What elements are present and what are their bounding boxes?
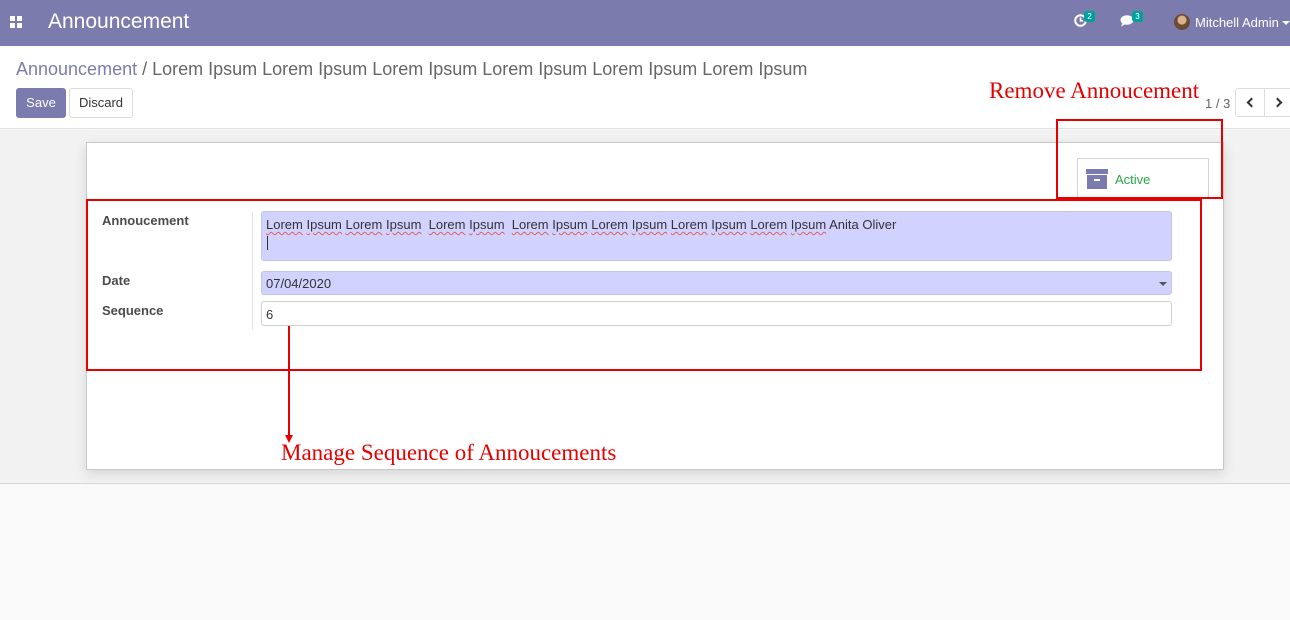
- breadcrumb-current: Lorem Ipsum Lorem Ipsum Lorem Ipsum Lore…: [152, 59, 808, 79]
- messages-chat-icon[interactable]: 3: [1120, 11, 1143, 30]
- breadcrumb-parent-link[interactable]: Announcement: [16, 59, 137, 79]
- breadcrumb-separator: /: [137, 59, 153, 79]
- pager-value[interactable]: 1 / 3: [1205, 96, 1230, 111]
- remove-annotation-text: Remove Annoucement: [989, 78, 1200, 103]
- annotation-arrow-line: [288, 326, 290, 436]
- activity-clock-icon[interactable]: 2: [1074, 11, 1095, 30]
- pager-previous-button[interactable]: [1235, 88, 1265, 117]
- user-menu-caret-icon[interactable]: [1282, 21, 1290, 25]
- fields-annotation-box: [86, 199, 1202, 371]
- messages-count-badge: 3: [1132, 11, 1143, 22]
- save-button[interactable]: Save: [16, 88, 66, 118]
- chevron-left-icon: [1246, 97, 1257, 108]
- pager-next-button[interactable]: [1264, 88, 1290, 117]
- chevron-right-icon: [1272, 97, 1283, 108]
- remove-annotation-box: [1056, 119, 1223, 199]
- apps-menu-icon[interactable]: [10, 16, 22, 28]
- user-menu-name[interactable]: Mitchell Admin: [1195, 15, 1279, 30]
- breadcrumb: Announcement / Lorem Ipsum Lorem Ipsum L…: [16, 59, 807, 80]
- sequence-annotation-text: Manage Sequence of Annoucements: [281, 440, 617, 465]
- top-navbar: Announcement 2 3 Mitchell Admin: [0, 0, 1290, 46]
- discard-button[interactable]: Discard: [69, 88, 133, 118]
- app-title[interactable]: Announcement: [48, 10, 189, 34]
- activity-count-badge: 2: [1084, 11, 1095, 22]
- user-avatar[interactable]: [1174, 14, 1190, 30]
